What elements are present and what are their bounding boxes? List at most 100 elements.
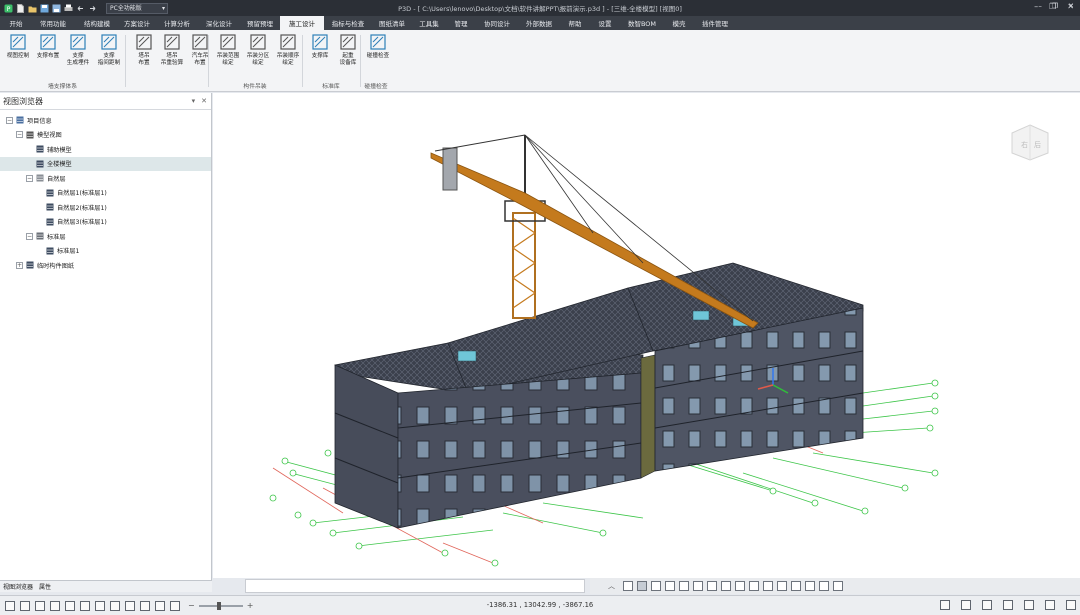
- view-iso2-icon[interactable]: [735, 581, 745, 591]
- 3d-viewport[interactable]: 右 后: [213, 93, 1080, 578]
- print-icon[interactable]: [64, 4, 73, 13]
- redo-icon[interactable]: [88, 4, 97, 13]
- osnap-icon[interactable]: [1003, 600, 1013, 610]
- rotate-icon[interactable]: [65, 600, 75, 611]
- polar-icon[interactable]: [982, 600, 992, 610]
- menu-tab-8[interactable]: 指标与检查: [324, 16, 372, 30]
- ribbon-button-10[interactable]: 支撑库: [306, 33, 334, 60]
- view-shaded-icon[interactable]: [637, 581, 647, 591]
- view-mode-1-icon[interactable]: [95, 600, 105, 611]
- menu-tab-14[interactable]: 帮助: [560, 16, 590, 30]
- view-right-icon[interactable]: [665, 581, 675, 591]
- tree-item[interactable]: 标准层1: [0, 244, 211, 258]
- save-icon[interactable]: [40, 4, 49, 13]
- menu-tab-13[interactable]: 外部数据: [518, 16, 560, 30]
- menu-tab-10[interactable]: 工具集: [412, 16, 446, 30]
- undo-icon[interactable]: [76, 4, 85, 13]
- tree-item[interactable]: 全楼模型: [0, 156, 211, 171]
- measure-icon[interactable]: [805, 581, 815, 591]
- view-top-icon[interactable]: [679, 581, 689, 591]
- ribbon-button-2[interactable]: 支撑 生成埋件: [64, 33, 92, 67]
- ortho-icon[interactable]: [961, 600, 971, 610]
- menu-tab-2[interactable]: 结构建模: [76, 16, 118, 30]
- workspace-select[interactable]: PC全功能版 ▾: [106, 2, 168, 14]
- menu-tab-18[interactable]: 插件管理: [694, 16, 736, 30]
- browser-tab-1[interactable]: 属性: [39, 582, 51, 591]
- open-file-icon[interactable]: [28, 4, 37, 13]
- menu-tab-5[interactable]: 深化设计: [198, 16, 240, 30]
- ribbon-button-11[interactable]: 起重 设备库: [334, 33, 362, 67]
- panel-close-icon[interactable]: ✕: [201, 97, 207, 105]
- doc-minimize-icon[interactable]: –: [1038, 2, 1042, 10]
- menu-tab-11[interactable]: 管理: [446, 16, 476, 30]
- grid-snap-icon[interactable]: [940, 600, 950, 610]
- copy-icon[interactable]: [777, 581, 787, 591]
- ribbon-button-5[interactable]: 塔吊 吊重验算: [158, 33, 186, 67]
- menu-tab-4[interactable]: 计算分析: [156, 16, 198, 30]
- view-cube[interactable]: 右 后: [1010, 123, 1050, 161]
- view-left-icon[interactable]: [651, 581, 661, 591]
- tree-item[interactable]: − 标准层: [0, 229, 211, 243]
- zoom-slider[interactable]: [198, 601, 243, 610]
- tree-item[interactable]: 自然层3(标准层1): [0, 215, 211, 229]
- menu-tab-17[interactable]: 模壳: [664, 16, 694, 30]
- menu-tab-1[interactable]: 常用功能: [30, 16, 76, 30]
- view-iso-icon[interactable]: [721, 581, 731, 591]
- ribbon-button-8[interactable]: 吊装分区 绘定: [244, 33, 272, 67]
- tree-toggle-icon[interactable]: +: [16, 261, 23, 269]
- menu-tab-0[interactable]: 开始: [2, 16, 30, 30]
- menu-tab-9[interactable]: 图纸清单: [372, 16, 412, 30]
- tree-item[interactable]: 自然层1(标准层1): [0, 186, 211, 200]
- ribbon-button-7[interactable]: 吊装范围 绘定: [214, 33, 242, 67]
- eraser-icon[interactable]: [623, 581, 633, 591]
- grid-icon[interactable]: [1024, 600, 1034, 610]
- menu-tab-12[interactable]: 协同设计: [476, 16, 518, 30]
- settings-icon[interactable]: [1066, 600, 1076, 610]
- zoom-out-icon[interactable]: −: [188, 601, 195, 610]
- menu-tab-3[interactable]: 方案设计: [118, 16, 156, 30]
- doc-close-icon[interactable]: ✕: [1068, 2, 1074, 10]
- view-bottom-icon[interactable]: [693, 581, 703, 591]
- view-mode-6-icon[interactable]: [170, 600, 180, 611]
- box-icon[interactable]: [791, 581, 801, 591]
- ribbon-button-3[interactable]: 支撑 指间距制: [95, 33, 123, 67]
- save-as-icon[interactable]: [52, 4, 61, 13]
- doc-restore-icon[interactable]: ❐: [1052, 2, 1058, 10]
- ribbon-button-1[interactable]: 支撑布置: [34, 33, 62, 60]
- view-mode-5-icon[interactable]: [155, 600, 165, 611]
- ribbon-button-9[interactable]: 吊装顺序 绘定: [274, 33, 302, 67]
- view-front-icon[interactable]: [707, 581, 717, 591]
- zoom-in-icon[interactable]: +: [247, 601, 254, 610]
- menu-tab-6[interactable]: 预留预埋: [240, 16, 280, 30]
- zoom-extents-icon[interactable]: [20, 600, 30, 611]
- fit-view-icon[interactable]: [5, 600, 15, 611]
- panel-menu-icon[interactable]: ▾: [192, 97, 196, 105]
- zoom-icon[interactable]: [80, 600, 90, 611]
- menu-tab-16[interactable]: 数智BOM: [620, 16, 664, 30]
- doc-icon[interactable]: [749, 581, 759, 591]
- snap-icon[interactable]: [833, 581, 843, 591]
- browser-tab-0[interactable]: 视图浏览器: [3, 582, 33, 591]
- tree-toggle-icon[interactable]: −: [26, 232, 33, 240]
- pan-icon[interactable]: [50, 600, 60, 611]
- edit-icon[interactable]: [819, 581, 829, 591]
- expand-up-icon[interactable]: ︿: [608, 581, 615, 591]
- zoom-window-icon[interactable]: [35, 600, 45, 611]
- tree-item[interactable]: − 项目信息: [0, 113, 211, 127]
- ribbon-button-6[interactable]: 汽车吊 布置: [186, 33, 214, 67]
- menu-tab-15[interactable]: 设置: [590, 16, 620, 30]
- tree-item[interactable]: + 临时构件图纸: [0, 258, 211, 272]
- tree-item[interactable]: − 模型视图: [0, 128, 211, 142]
- view-mode-3-icon[interactable]: [125, 600, 135, 611]
- view-mode-2-icon[interactable]: [110, 600, 120, 611]
- ribbon-button-12[interactable]: 碰撞检查: [364, 33, 392, 60]
- view-mode-4-icon[interactable]: [140, 600, 150, 611]
- move-icon[interactable]: [1045, 600, 1055, 610]
- tree-toggle-icon[interactable]: −: [6, 116, 13, 124]
- tree-item[interactable]: 辅助模型: [0, 142, 211, 156]
- menu-tab-7[interactable]: 施工设计: [280, 16, 324, 30]
- tree-toggle-icon[interactable]: −: [26, 174, 33, 182]
- layer-icon[interactable]: [763, 581, 773, 591]
- ribbon-button-0[interactable]: 视图控制: [4, 33, 32, 60]
- ribbon-button-4[interactable]: 塔吊 布置: [130, 33, 158, 67]
